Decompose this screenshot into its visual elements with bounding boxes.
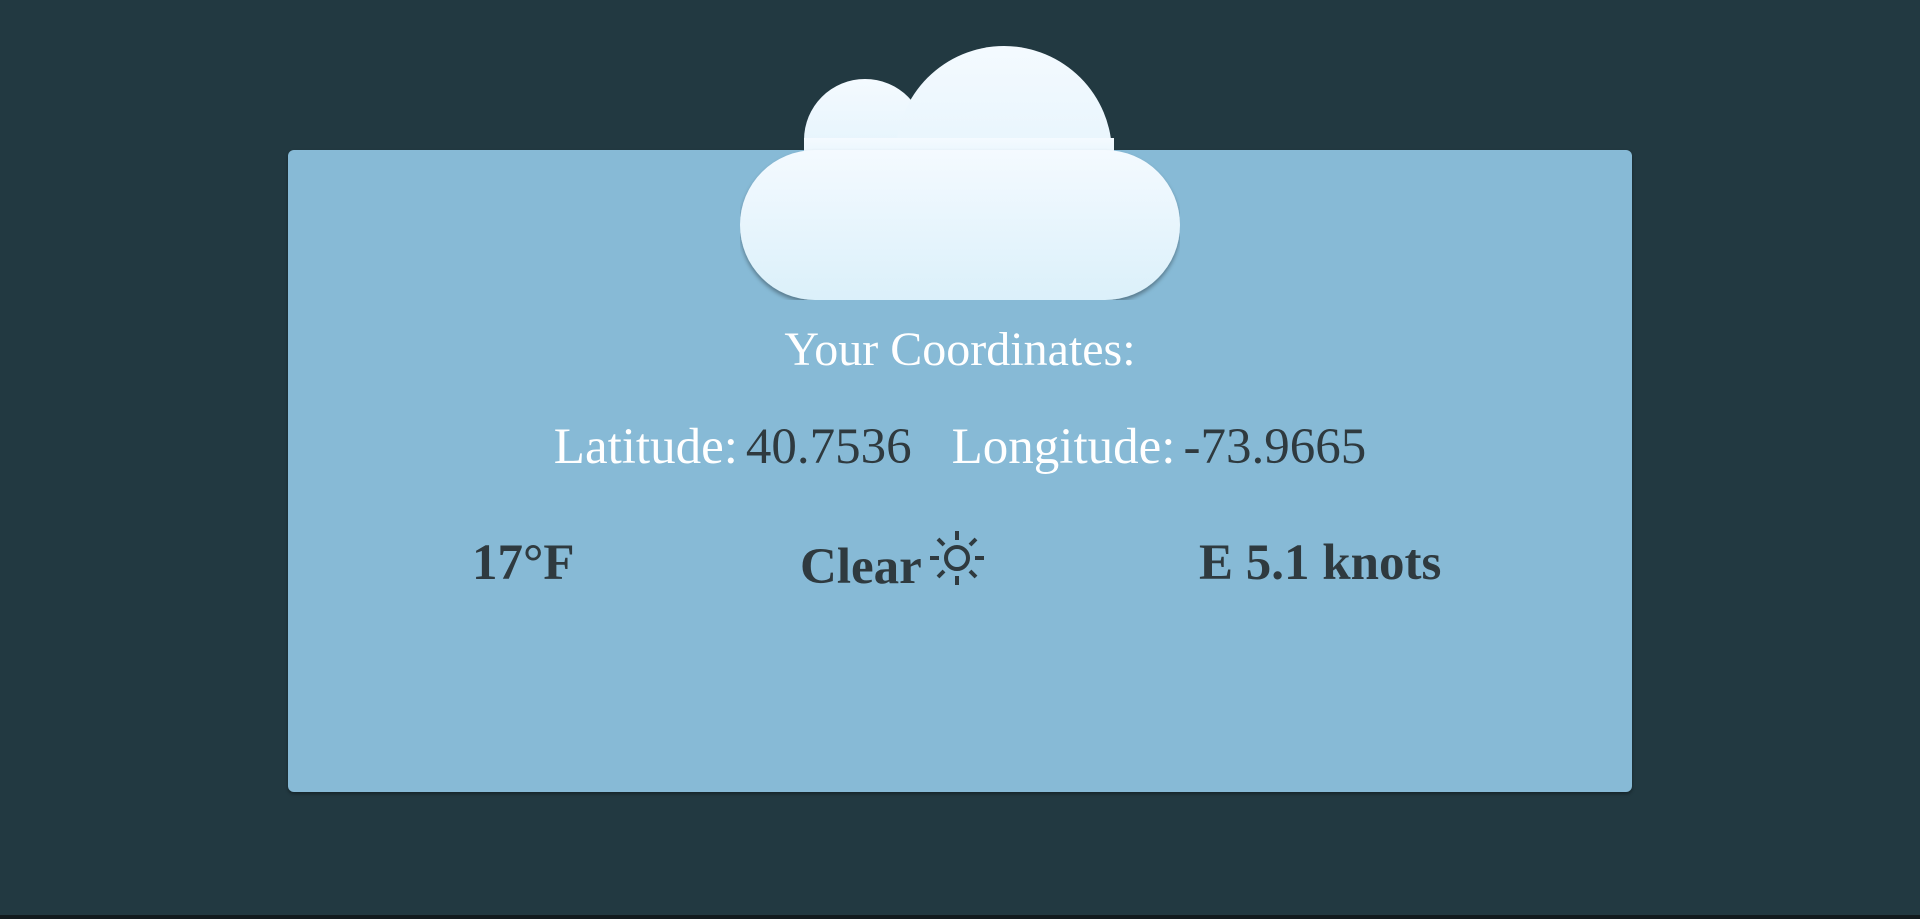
coordinates-row: Latitude: 40.7536 Longitude: -73.9665	[0, 417, 1920, 477]
wind-speed: E 5.1 knots	[1199, 535, 1442, 591]
sun-icon	[928, 529, 986, 601]
longitude-label: Longitude:	[951, 419, 1176, 475]
bottom-edge	[0, 915, 1920, 919]
weather-condition: Clear	[800, 531, 986, 601]
longitude-value: -73.9665	[1183, 419, 1367, 475]
cloud-icon	[740, 38, 1180, 300]
temperature: 17°F	[472, 535, 575, 591]
condition-label: Clear	[800, 539, 922, 595]
latitude-label: Latitude:	[553, 419, 738, 475]
weather-page: Your Coordinates: Latitude: 40.7536 Longit…	[0, 0, 1920, 919]
coordinates-heading: Your Coordinates:	[784, 323, 1136, 376]
latitude-value: 40.7536	[745, 419, 912, 475]
